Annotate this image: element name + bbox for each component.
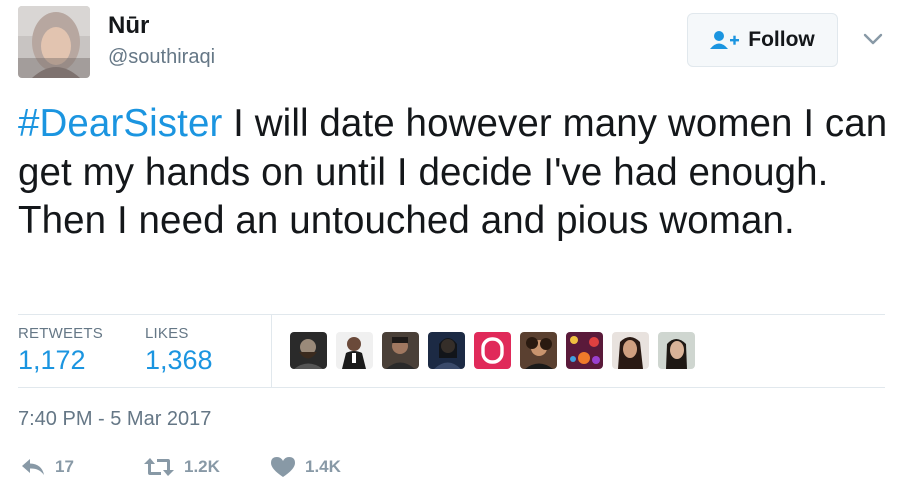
likes-label: LIKES <box>145 325 189 342</box>
retweet-count: 1.2K <box>184 457 220 476</box>
user-handle[interactable]: @southiraqi <box>108 46 215 69</box>
reply-action[interactable]: 17 <box>20 456 74 478</box>
reply-count: 17 <box>55 457 74 476</box>
retweets-count: 1,172 <box>18 345 86 375</box>
add-user-icon <box>710 31 740 49</box>
like-action[interactable]: 1.4K <box>270 456 341 478</box>
retweet-action[interactable]: 1.2K <box>143 456 220 478</box>
like-count: 1.4K <box>305 457 341 476</box>
reply-icon <box>22 459 44 475</box>
liker-avatar[interactable] <box>658 332 695 369</box>
follow-button-label: Follow <box>748 28 815 51</box>
stats-bottom-divider <box>18 387 885 388</box>
liker-avatar[interactable] <box>382 332 419 369</box>
user-display-name[interactable]: Nūr <box>108 12 149 40</box>
retweets-stat[interactable]: RETWEETS 1,172 <box>18 325 103 376</box>
heart-icon <box>271 457 295 477</box>
liker-avatar[interactable] <box>290 332 327 369</box>
liker-avatar[interactable] <box>566 332 603 369</box>
tweet-text: #DearSister I will date however many wom… <box>18 100 888 246</box>
liker-avatar[interactable] <box>612 332 649 369</box>
hashtag-link[interactable]: #DearSister <box>18 102 222 145</box>
follow-button[interactable]: Follow <box>687 13 838 67</box>
chevron-down-icon[interactable] <box>862 28 884 50</box>
stats-vertical-divider <box>271 314 272 387</box>
stats-top-divider <box>18 314 885 315</box>
retweet-icon <box>144 458 174 476</box>
liker-avatar[interactable] <box>428 332 465 369</box>
likes-stat[interactable]: LIKES 1,368 <box>145 325 213 376</box>
liker-avatar[interactable] <box>520 332 557 369</box>
likes-count: 1,368 <box>145 345 213 375</box>
user-avatar[interactable] <box>18 6 90 78</box>
likers-list <box>290 332 695 369</box>
liker-avatar[interactable] <box>336 332 373 369</box>
instagram-logo-avatar[interactable] <box>474 332 511 369</box>
tweet-timestamp[interactable]: 7:40 PM - 5 Mar 2017 <box>18 408 211 431</box>
retweets-label: RETWEETS <box>18 325 103 342</box>
